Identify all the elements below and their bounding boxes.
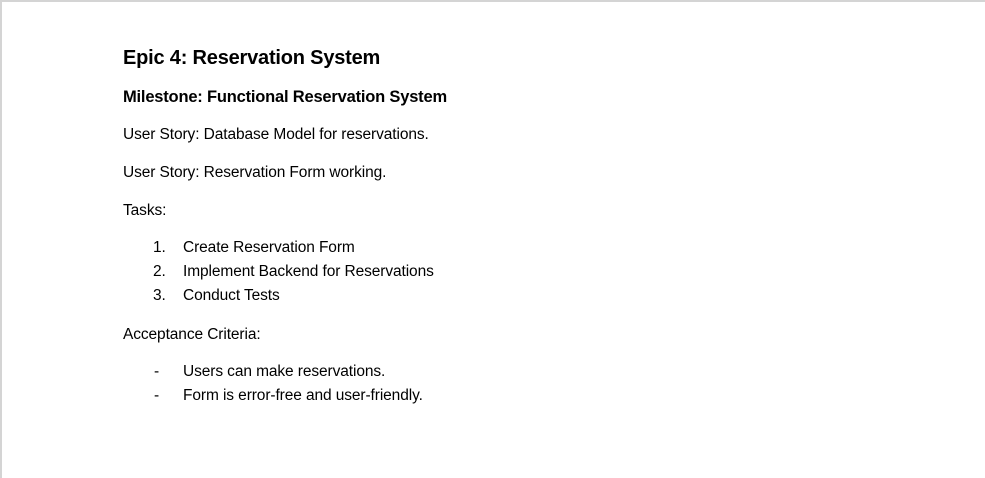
tasks-list: 1. Create Reservation Form 2. Implement … — [123, 236, 943, 308]
criteria-text: Form is error-free and user-friendly. — [183, 387, 423, 404]
list-item: - Users can make reservations. — [123, 360, 943, 384]
epic-title: Epic 4: Reservation System — [123, 47, 381, 69]
criteria-text: Users can make reservations. — [183, 363, 386, 380]
acceptance-criteria-list: - Users can make reservations. - Form is… — [123, 360, 943, 408]
task-text: Conduct Tests — [183, 287, 280, 304]
user-story: User Story: Reservation Form working. — [123, 164, 387, 181]
acceptance-criteria-label: Acceptance Criteria: — [123, 326, 261, 343]
list-number: 1. — [153, 239, 166, 256]
dash-bullet: - — [154, 387, 160, 404]
list-item: - Form is error-free and user-friendly. — [123, 384, 943, 408]
task-text: Implement Backend for Reservations — [183, 263, 434, 280]
tasks-label: Tasks: — [123, 202, 167, 219]
user-story: User Story: Database Model for reservati… — [123, 126, 429, 143]
list-item: 1. Create Reservation Form — [123, 236, 943, 260]
list-number: 3. — [153, 287, 166, 304]
task-text: Create Reservation Form — [183, 239, 355, 256]
list-item: 2. Implement Backend for Reservations — [123, 260, 943, 284]
milestone-heading: Milestone: Functional Reservation System — [123, 88, 447, 106]
document-page: Epic 4: Reservation System Milestone: Fu… — [0, 0, 985, 478]
dash-bullet: - — [154, 363, 160, 380]
list-item: 3. Conduct Tests — [123, 284, 943, 308]
document-body: Epic 4: Reservation System Milestone: Fu… — [123, 44, 943, 408]
list-number: 2. — [153, 263, 166, 280]
